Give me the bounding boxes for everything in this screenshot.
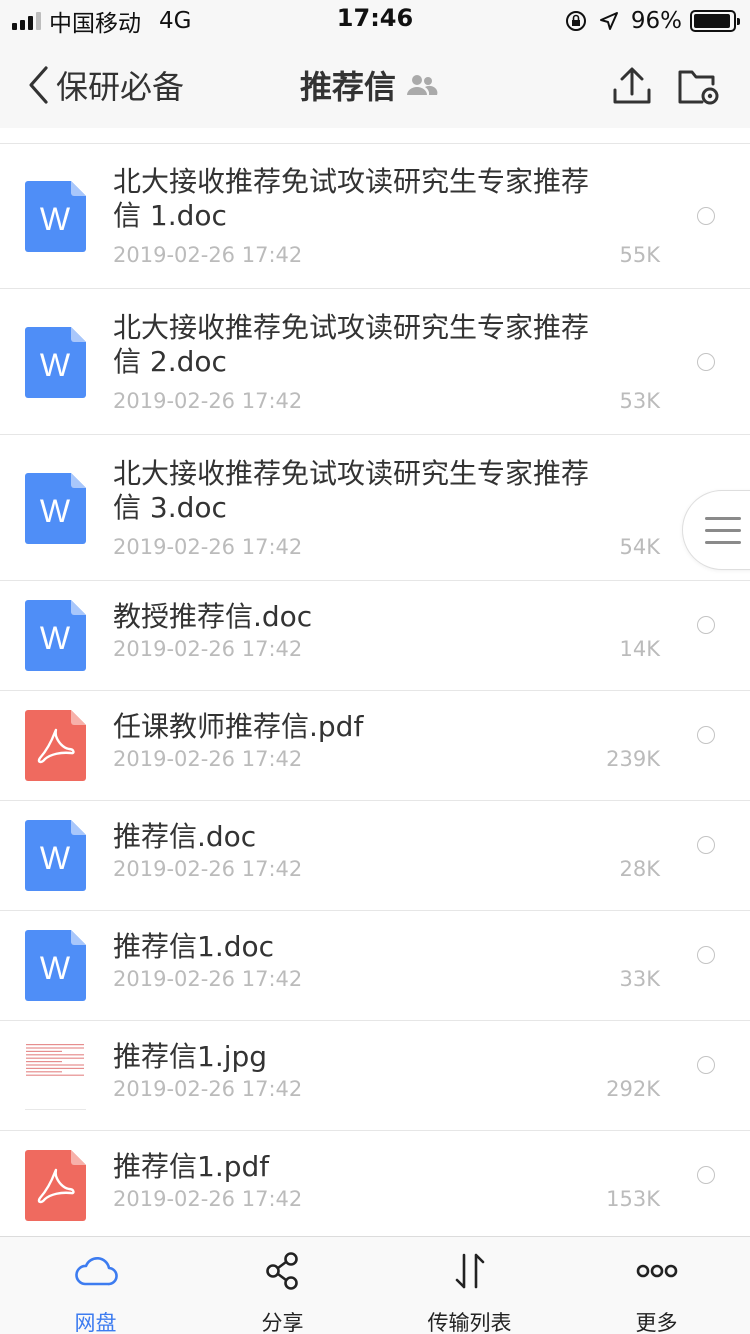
page-title: 推荐信 <box>300 68 397 106</box>
tab-share[interactable]: 分享 <box>189 1237 376 1334</box>
file-name: 推荐信1.jpg <box>113 1040 268 1073</box>
transfer-icon <box>455 1253 485 1289</box>
share-icon <box>266 1252 298 1290</box>
select-radio[interactable] <box>697 616 715 634</box>
tab-label: 网盘 <box>74 1311 117 1334</box>
status-bar: 中国移动 4G 17:46 96% <box>0 0 750 42</box>
file-date: 2019-02-26 17:42 <box>113 243 303 267</box>
select-radio[interactable] <box>697 726 715 744</box>
file-row[interactable]: W 北大接收推荐免试攻读研究生专家推荐信 2.doc 2019-02-26 17:4… <box>0 289 750 435</box>
file-date: 2019-02-26 17:42 <box>113 747 303 771</box>
tab-bar: 网盘 分享 传输列表 更多 <box>0 1236 750 1334</box>
file-size: 153K <box>606 1187 660 1211</box>
svg-text:W: W <box>40 840 71 876</box>
file-date: 2019-02-26 17:42 <box>113 857 303 881</box>
chevron-left-icon <box>29 66 48 104</box>
file-row[interactable]: 推荐信1.pdf 2019-02-26 17:42 153K <box>0 1131 750 1241</box>
page-title-group: 推荐信 <box>300 60 438 110</box>
file-size: 28K <box>619 857 661 881</box>
file-name: 北大接收推荐免试攻读研究生专家推荐信 1.doc <box>113 165 590 232</box>
file-name: 推荐信1.pdf <box>113 1150 270 1183</box>
select-radio[interactable] <box>697 207 715 225</box>
select-radio[interactable] <box>697 353 715 371</box>
file-size: 292K <box>606 1077 660 1101</box>
word-file-icon: W <box>25 820 86 891</box>
file-date: 2019-02-26 17:42 <box>113 637 303 661</box>
file-size: 55K <box>619 243 661 267</box>
file-name: 推荐信.doc <box>113 820 257 853</box>
file-size: 239K <box>606 747 660 771</box>
file-name: 北大接收推荐免试攻读研究生专家推荐信 2.doc <box>113 311 590 378</box>
tab-cloud-drive[interactable]: 网盘 <box>2 1237 189 1334</box>
file-name: 北大接收推荐免试攻读研究生专家推荐信 3.doc <box>113 457 590 524</box>
word-file-icon: W <box>25 600 86 671</box>
battery-percent: 96% <box>630 8 682 34</box>
menu-line <box>705 541 741 544</box>
word-file-icon: W <box>25 473 86 544</box>
file-name: 任课教师推荐信.pdf <box>113 710 364 743</box>
menu-line <box>705 529 741 532</box>
more-icon <box>636 1264 678 1278</box>
pdf-file-icon <box>25 710 86 781</box>
cloud-icon <box>75 1256 118 1286</box>
file-date: 2019-02-26 17:42 <box>113 1077 303 1101</box>
svg-text:W: W <box>40 347 71 383</box>
file-row[interactable]: W 北大接收推荐免试攻读研究生专家推荐信 1.doc 2019-02-26 17:4… <box>0 143 750 289</box>
back-label: 保研必备 <box>56 68 185 106</box>
svg-text:W: W <box>40 493 71 529</box>
rotation-lock-icon <box>565 11 586 31</box>
upload-icon[interactable] <box>610 64 654 108</box>
file-size: 54K <box>619 535 661 559</box>
svg-text:W: W <box>40 201 71 237</box>
folder-settings-icon[interactable] <box>676 64 720 108</box>
tab-label: 分享 <box>261 1311 304 1334</box>
file-row[interactable]: W 推荐信.doc 2019-02-26 17:42 28K <box>0 801 750 911</box>
pdf-file-icon <box>25 1150 86 1221</box>
select-radio[interactable] <box>697 946 715 964</box>
tab-label: 传输列表 <box>427 1311 512 1334</box>
file-date: 2019-02-26 17:42 <box>113 967 303 991</box>
word-file-icon: W <box>25 327 86 398</box>
file-date: 2019-02-26 17:42 <box>113 1187 303 1211</box>
file-date: 2019-02-26 17:42 <box>113 535 303 559</box>
file-size: 33K <box>619 967 661 991</box>
word-file-icon: W <box>25 181 86 252</box>
word-file-icon: W <box>25 930 86 1001</box>
file-name: 教授推荐信.doc <box>113 600 313 633</box>
menu-line <box>705 517 741 520</box>
tab-label: 更多 <box>635 1311 678 1334</box>
file-row[interactable]: 推荐信1.jpg 2019-02-26 17:42 292K <box>0 1021 750 1131</box>
file-date: 2019-02-26 17:42 <box>113 389 303 413</box>
battery-icon <box>690 10 740 32</box>
nav-bar: 保研必备 推荐信 <box>0 42 750 128</box>
shared-users-icon <box>407 75 438 95</box>
file-row[interactable]: W 北大接收推荐免试攻读研究生专家推荐信 3.doc 2019-02-26 17:4… <box>0 435 750 581</box>
select-radio[interactable] <box>697 1056 715 1074</box>
file-name: 推荐信1.doc <box>113 930 275 963</box>
file-row[interactable]: 任课教师推荐信.pdf 2019-02-26 17:42 239K <box>0 691 750 801</box>
tab-transfer-list[interactable]: 传输列表 <box>376 1237 563 1334</box>
file-list: W 北大接收推荐免试攻读研究生专家推荐信 1.doc 2019-02-26 17:4… <box>0 143 750 1241</box>
svg-text:W: W <box>40 950 71 986</box>
back-button[interactable]: 保研必备 <box>26 60 184 110</box>
file-row[interactable]: W 教授推荐信.doc 2019-02-26 17:42 14K <box>0 581 750 691</box>
location-arrow-icon <box>599 12 618 30</box>
tab-more[interactable]: 更多 <box>563 1237 750 1334</box>
svg-text:W: W <box>40 620 71 656</box>
file-size: 14K <box>619 637 661 661</box>
file-row[interactable]: W 推荐信1.doc 2019-02-26 17:42 33K <box>0 911 750 1021</box>
select-radio[interactable] <box>697 836 715 854</box>
image-thumbnail <box>25 1040 86 1111</box>
file-size: 53K <box>619 389 661 413</box>
select-radio[interactable] <box>697 1166 715 1184</box>
